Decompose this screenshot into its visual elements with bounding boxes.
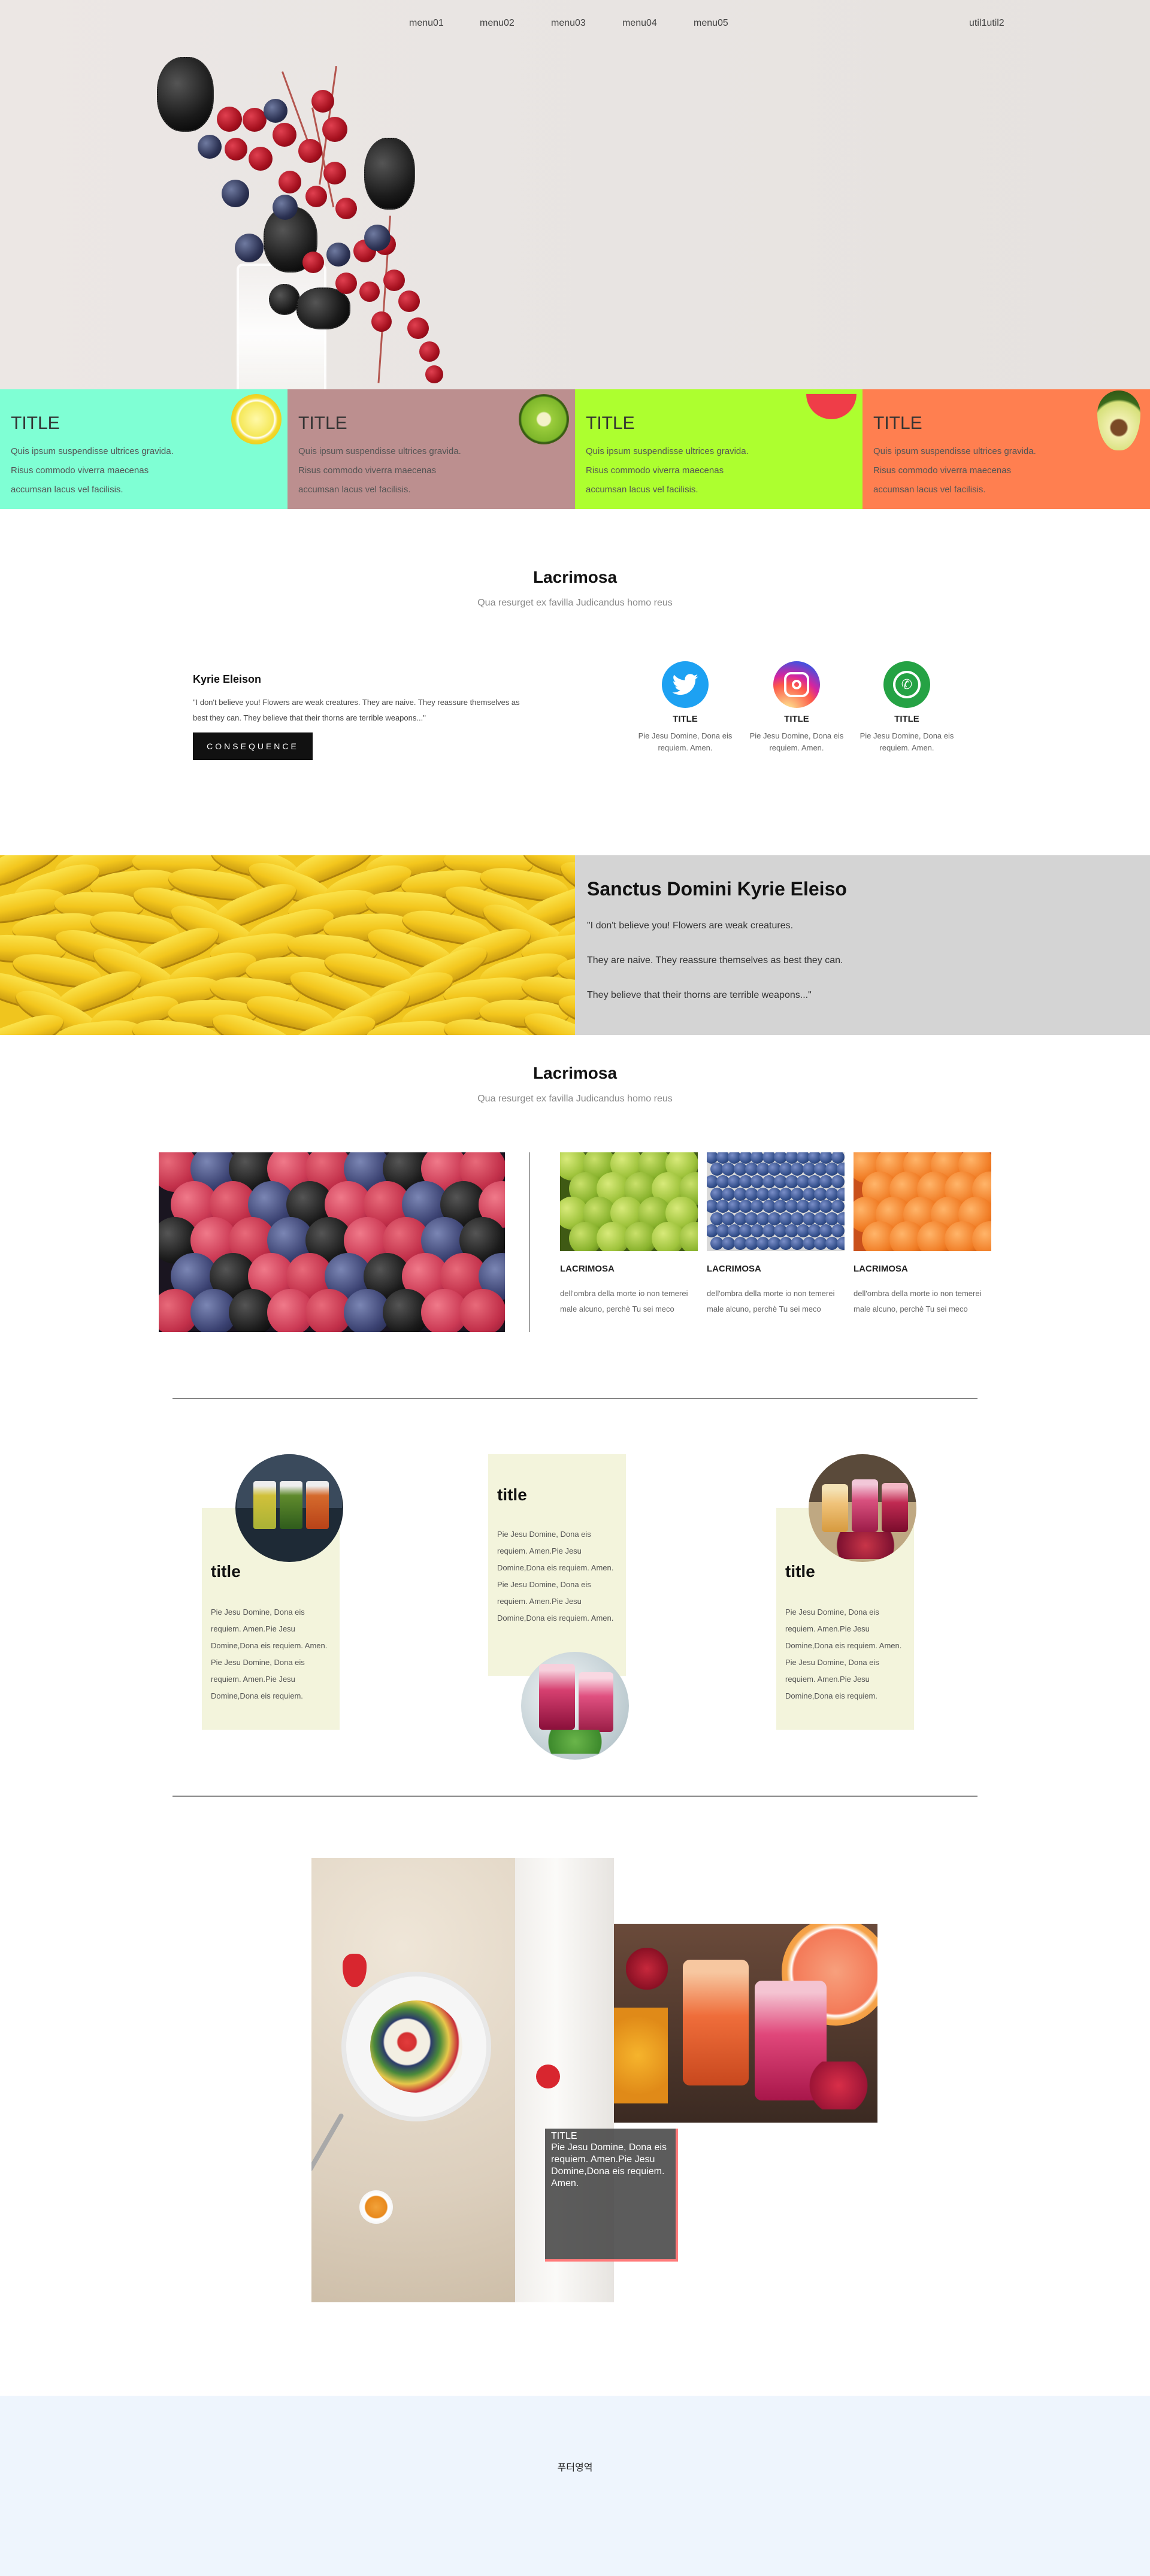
social-title: TITLE [784,714,809,724]
overlay-title: TITLE [551,2131,577,2141]
social-title: TITLE [894,714,919,724]
section-subtitle: Qua resurget ex favilla Judicandus homo … [477,598,673,608]
feature-box-4: TITLE Quis ipsum suspendisse ultrices gr… [862,389,1150,509]
twitter-icon[interactable] [662,661,709,708]
card-title: title [785,1562,815,1581]
card-text: Pie Jesu Domine, Dona eis requiem. Amen.… [497,1530,614,1623]
feature-box-2: TITLE Quis ipsum suspendisse ultrices gr… [288,389,575,509]
berry-smoothie-image [521,1652,629,1760]
consequence-button[interactable]: CONSEQUENCE [193,732,313,760]
kyrie-title: Kyrie Eleison [193,673,262,685]
horizontal-divider [172,1796,978,1797]
lemon-icon [231,394,282,444]
card-text: Pie Jesu Domine, Dona eis requiem. Amen.… [211,1608,328,1700]
social-instagram: TITLE Pie Jesu Domine, Dona eis requiem.… [743,661,851,754]
footer: 푸터영역 [0,2396,1150,2576]
kyrie-text: "I don't believe you! Flowers are weak c… [193,698,520,722]
card-title: title [211,1562,241,1581]
section-subtitle: Qua resurget ex favilla Judicandus homo … [477,1094,673,1104]
smoothie-shots-image [235,1454,343,1562]
social-text: Pie Jesu Domine, Dona eis requiem. Amen. [860,731,954,752]
berry-drinks-image [809,1454,916,1562]
whatsapp-icon[interactable]: ✆ [883,661,930,708]
feature-text: Quis ipsum suspendisse ultrices gravida.… [11,446,174,495]
kiwi-icon [519,394,569,444]
gallery-caption-title: LACRIMOSA [854,1264,908,1274]
social-title: TITLE [673,714,698,724]
feature-box-1: TITLE Quis ipsum suspendisse ultrices gr… [0,389,288,509]
footer-text: 푸터영역 [557,2462,593,2473]
gallery-caption-1: LACRIMOSA dell'ombra della morte io non … [560,1264,701,1317]
gallery-caption-3: LACRIMOSA dell'ombra della morte io non … [854,1264,994,1317]
gallery-caption-title: LACRIMOSA [707,1264,761,1274]
avocado-icon [1097,391,1140,450]
feature-title: TITLE [586,413,635,433]
sanctus-title: Sanctus Domini Kyrie Eleiso [587,878,847,900]
pears-image [560,1152,698,1251]
section-title: Lacrimosa [532,1064,618,1082]
sanctus-line: They believe that their thorns are terri… [587,990,812,1000]
info-card-2: title Pie Jesu Domine, Dona eis requiem.… [488,1454,626,1676]
gallery-caption-2: LACRIMOSA dell'ombra della morte io non … [707,1264,848,1317]
feature-text: Quis ipsum suspendisse ultrices gravida.… [873,446,1036,495]
feature-box-3: TITLE Quis ipsum suspendisse ultrices gr… [575,389,862,509]
nav-menu01[interactable]: menu01 [409,18,444,29]
overlay-text: Pie Jesu Domine, Dona eis requiem. Amen.… [551,2142,667,2188]
card-text: Pie Jesu Domine, Dona eis requiem. Amen.… [785,1608,902,1700]
sanctus-line: They are naive. They reassure themselves… [587,955,843,965]
social-whatsapp: ✆ TITLE Pie Jesu Domine, Dona eis requie… [853,661,961,754]
social-twitter: TITLE Pie Jesu Domine, Dona eis requiem.… [631,661,739,754]
gallery-caption-text: dell'ombra della morte io non temerei ma… [854,1289,982,1313]
oranges-image [854,1152,991,1251]
gallery-caption-title: LACRIMOSA [560,1264,615,1274]
horizontal-divider [172,1398,978,1399]
nav-menu04[interactable]: menu04 [622,18,657,29]
overlay-caption: TITLE Pie Jesu Domine, Dona eis requiem.… [545,2129,678,2262]
blueberries-image [707,1152,845,1251]
nav-menu05[interactable]: menu05 [694,18,728,29]
hero-section: menu01 menu02 menu03 menu04 menu05 util1… [0,0,1150,389]
sanctus-panel: Sanctus Domini Kyrie Eleiso "I don't bel… [575,855,1150,1035]
vertical-divider [529,1152,530,1332]
card-title: title [497,1485,527,1504]
sanctus-line: "I don't believe you! Flowers are weak c… [587,921,794,931]
gallery-caption-text: dell'ombra della morte io non temerei ma… [707,1289,835,1313]
feature-text: Quis ipsum suspendisse ultrices gravida.… [298,446,461,495]
section-title: Lacrimosa [532,568,618,586]
nav-menu03[interactable]: menu03 [551,18,586,29]
nav-menu02[interactable]: menu02 [480,18,515,29]
gallery-caption-text: dell'ombra della morte io non temerei ma… [560,1289,688,1313]
banana-image [0,855,575,1035]
fruit-juice-image [614,1924,877,2123]
nav-util-links[interactable]: util1util2 [969,18,1004,29]
feature-text: Quis ipsum suspendisse ultrices gravida.… [586,446,749,495]
social-text: Pie Jesu Domine, Dona eis requiem. Amen. [638,731,733,752]
berries-mix-image [159,1152,505,1332]
instagram-icon[interactable] [773,661,820,708]
social-text: Pie Jesu Domine, Dona eis requiem. Amen. [749,731,844,752]
